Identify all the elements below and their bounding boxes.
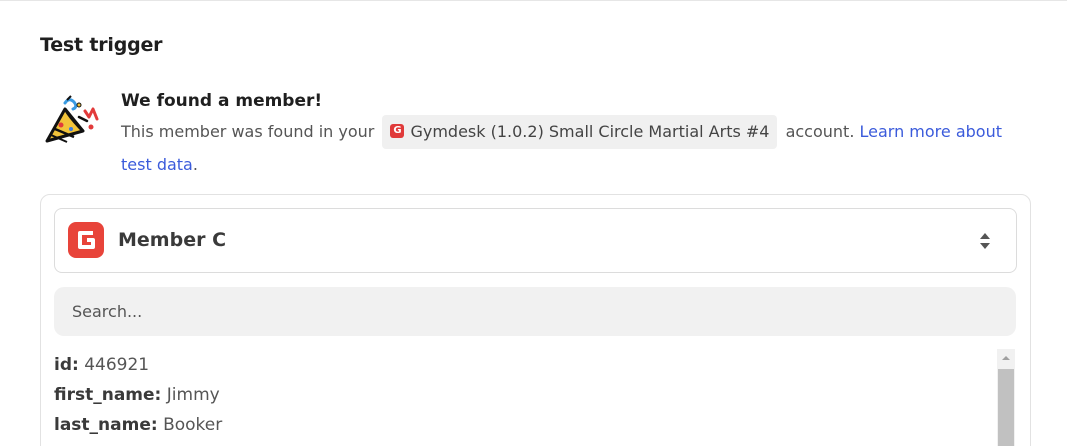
field-value: Jimmy bbox=[166, 385, 220, 405]
selector-label: Member C bbox=[118, 229, 227, 251]
field-key: first_name: bbox=[54, 385, 162, 405]
found-desc-prefix: This member was found in your bbox=[121, 122, 375, 141]
section-title: Test trigger bbox=[40, 34, 163, 56]
field-key: id: bbox=[54, 355, 79, 375]
updown-chevron-icon bbox=[980, 233, 990, 249]
app-chip-label: Gymdesk (1.0.2) Small Circle Martial Art… bbox=[410, 122, 770, 141]
found-title: We found a member! bbox=[121, 91, 323, 111]
scrollbar[interactable] bbox=[997, 349, 1015, 446]
search-input[interactable] bbox=[54, 287, 1016, 336]
field-value: Booker bbox=[163, 415, 223, 435]
gymdesk-logo-icon bbox=[68, 222, 104, 258]
scroll-thumb[interactable] bbox=[998, 369, 1014, 446]
field-row-id: id: 446921 bbox=[54, 350, 984, 380]
party-popper-icon bbox=[45, 95, 99, 143]
field-key: last_name: bbox=[54, 415, 158, 435]
field-value: 446921 bbox=[84, 355, 150, 375]
app-chip: G Gymdesk (1.0.2) Small Circle Martial Ar… bbox=[382, 115, 778, 149]
scroll-up-arrow-icon[interactable] bbox=[997, 349, 1015, 367]
gymdesk-chip-icon: G bbox=[390, 124, 405, 138]
found-desc-period: . bbox=[192, 155, 198, 174]
found-desc-suffix: account. bbox=[785, 122, 855, 141]
field-row-first-name: first_name: Jimmy bbox=[54, 380, 984, 410]
record-selector[interactable]: Member C bbox=[54, 208, 1017, 273]
page: Test trigger We found a member! This mem… bbox=[0, 0, 1067, 446]
found-description: This member was found in your G Gymdesk (… bbox=[121, 115, 1021, 181]
top-divider bbox=[0, 0, 1067, 1]
field-list: id: 446921 first_name: Jimmy last_name: … bbox=[54, 350, 984, 440]
field-row-last-name: last_name: Booker bbox=[54, 410, 984, 440]
